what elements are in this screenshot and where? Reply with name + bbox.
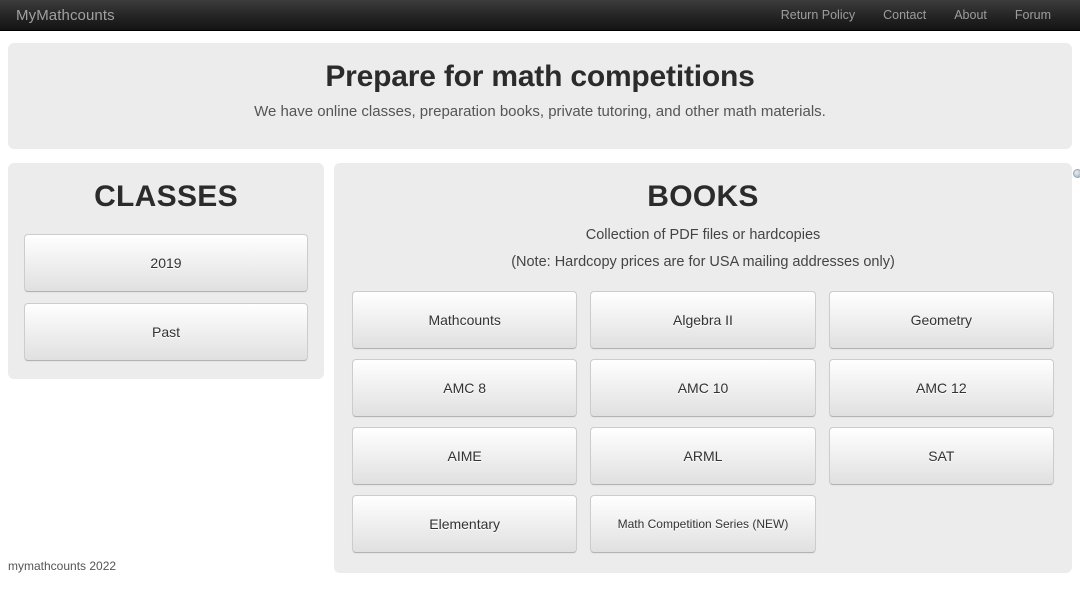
copyright-marker-icon (1073, 169, 1080, 178)
classes-button-list: 2019 Past (24, 234, 308, 361)
books-button-grid: Mathcounts Algebra II Geometry AMC 8 AMC… (352, 291, 1054, 553)
book-button-mathcounts[interactable]: Mathcounts (352, 291, 578, 349)
nav-link-contact[interactable]: Contact (869, 0, 940, 31)
footer-text: mymathcounts 2022 (8, 559, 117, 573)
book-button-math-competition-series[interactable]: Math Competition Series (NEW) (590, 495, 816, 553)
book-button-aime[interactable]: AIME (352, 427, 578, 485)
class-button-past[interactable]: Past (24, 303, 308, 361)
book-button-sat[interactable]: SAT (828, 427, 1054, 485)
page-title: Prepare for math competitions (325, 60, 755, 93)
page-subtitle: We have online classes, preparation book… (254, 103, 826, 120)
top-navbar: MyMathcounts Return Policy Contact About… (0, 0, 1080, 31)
classes-heading: CLASSES (94, 180, 238, 213)
classes-panel: CLASSES 2019 Past (8, 163, 324, 379)
nav-link-forum[interactable]: Forum (1001, 0, 1065, 31)
book-button-amc-8[interactable]: AMC 8 (352, 359, 578, 417)
books-heading: BOOKS (647, 180, 759, 213)
navbar-links: Return Policy Contact About Forum (767, 0, 1065, 31)
class-button-2019[interactable]: 2019 (24, 234, 308, 292)
book-button-elementary[interactable]: Elementary (352, 495, 578, 553)
books-note-collection: Collection of PDF files or hardcopies (585, 227, 821, 243)
hero-jumbotron: Prepare for math competitions We have on… (8, 43, 1072, 149)
books-panel: BOOKS Collection of PDF files or hardcop… (334, 163, 1080, 573)
books-note-hardcopy: (Note: Hardcopy prices are for USA maili… (511, 254, 895, 270)
book-button-amc-10[interactable]: AMC 10 (590, 359, 816, 417)
nav-link-about[interactable]: About (940, 0, 1001, 31)
book-button-arml[interactable]: ARML (590, 427, 816, 485)
book-button-amc-12[interactable]: AMC 12 (828, 359, 1054, 417)
main-content: CLASSES 2019 Past BOOKS Collection of PD… (0, 163, 1080, 573)
navbar-brand[interactable]: MyMathcounts (16, 0, 115, 31)
book-button-geometry[interactable]: Geometry (828, 291, 1054, 349)
book-button-algebra-ii[interactable]: Algebra II (590, 291, 816, 349)
nav-link-return-policy[interactable]: Return Policy (767, 0, 869, 31)
